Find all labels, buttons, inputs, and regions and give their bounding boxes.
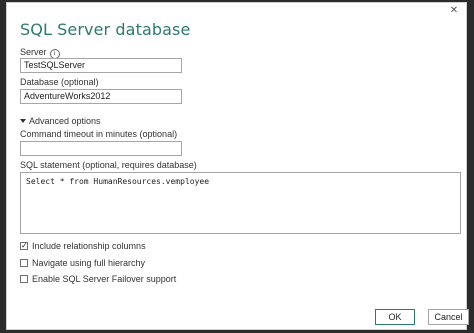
dialog-title: SQL Server database	[20, 20, 191, 39]
database-label: Database (optional)	[20, 77, 99, 87]
checkbox-checked[interactable]: ✓	[20, 242, 28, 250]
timeout-input[interactable]	[20, 141, 182, 156]
option-label: Navigate using full hierarchy	[32, 258, 146, 268]
database-input[interactable]: AdventureWorks2012	[20, 89, 182, 104]
sql-statement-label: SQL statement (optional, requires databa…	[20, 160, 197, 170]
include-relationship-columns-option[interactable]: ✓ Include relationship columns	[20, 241, 146, 251]
option-label: Include relationship columns	[32, 241, 146, 251]
advanced-options-toggle[interactable]: Advanced options	[20, 116, 101, 126]
checkbox[interactable]	[20, 275, 28, 283]
option-label: Enable SQL Server Failover support	[32, 274, 177, 284]
cancel-button[interactable]: Cancel	[428, 309, 469, 325]
checkbox[interactable]	[20, 259, 28, 267]
close-icon[interactable]: ✕	[448, 5, 460, 17]
chevron-down-icon	[20, 119, 26, 123]
timeout-label: Command timeout in minutes (optional)	[20, 129, 178, 139]
advanced-options-label: Advanced options	[29, 116, 101, 126]
server-label: Server	[20, 47, 47, 57]
failover-support-option[interactable]: Enable SQL Server Failover support	[20, 274, 176, 284]
server-input[interactable]: TestSQLServer	[20, 58, 182, 73]
ok-button[interactable]: OK	[375, 309, 415, 325]
sql-statement-textarea[interactable]: Select * from HumanResources.vemployee	[20, 172, 461, 234]
sql-server-database-dialog: ✕ SQL Server database Server i TestSQLSer…	[6, 2, 469, 330]
navigate-full-hierarchy-option[interactable]: Navigate using full hierarchy	[20, 258, 145, 268]
